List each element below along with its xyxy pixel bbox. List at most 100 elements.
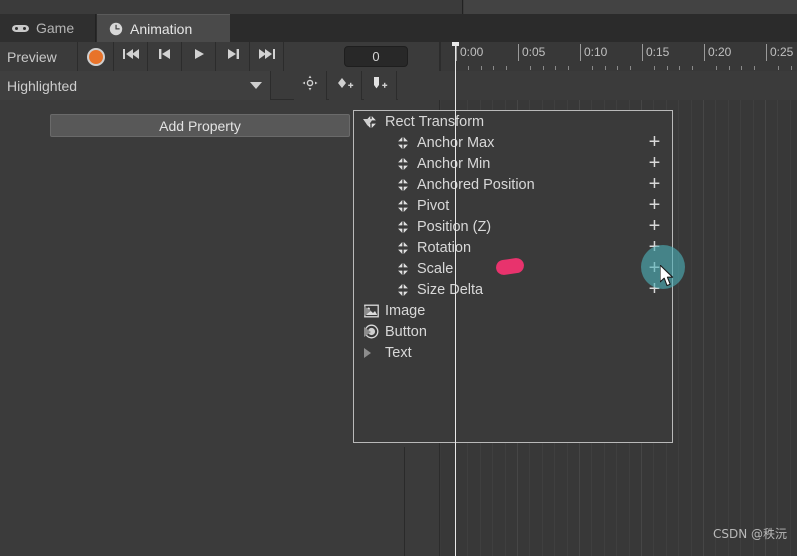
property-row[interactable]: Anchor Max + — [354, 132, 672, 153]
ruler-tick-label: 0:00 — [460, 45, 484, 59]
ruler-tick-label: 0:25 — [770, 45, 794, 59]
property-row-label: Button — [385, 323, 427, 340]
step-back-icon — [157, 47, 173, 66]
timeline-gridline — [790, 100, 791, 556]
chevron-right-icon[interactable] — [364, 348, 371, 358]
preview-button[interactable]: Preview — [0, 42, 78, 71]
clock-icon — [109, 22, 123, 36]
tab-bar: Game Animation — [0, 14, 797, 42]
timeline-gridline — [777, 100, 778, 556]
ruler-minor-tick — [778, 66, 779, 70]
ruler-minor-tick — [692, 66, 693, 70]
move-petals-icon — [395, 240, 411, 256]
timeline-gridline — [678, 100, 679, 556]
keyframe-toolbar-filler — [398, 71, 797, 100]
property-row[interactable]: Rect Transform — [354, 111, 672, 132]
mouse-pointer-icon — [659, 264, 676, 288]
ruler-minor-tick — [729, 66, 730, 70]
ruler-minor-tick — [630, 66, 631, 70]
clip-selector-dropdown[interactable]: Highlighted — [0, 71, 271, 100]
tab-animation[interactable]: Animation — [97, 14, 230, 42]
clip-selector-label: Highlighted — [7, 77, 78, 94]
property-row[interactable]: Text — [354, 342, 672, 363]
previous-frame-button[interactable] — [148, 42, 182, 71]
ruler-minor-tick — [555, 66, 556, 70]
ruler-major-tick — [518, 44, 519, 61]
property-row-label: Size Delta — [417, 281, 484, 298]
ruler-minor-tick — [481, 66, 482, 70]
property-row[interactable]: Position (Z) + — [354, 216, 672, 237]
ruler-minor-tick — [530, 66, 531, 70]
timeline-gridline — [728, 100, 729, 556]
add-property-button[interactable]: Add Property — [50, 114, 350, 137]
chevron-down-icon[interactable] — [363, 119, 373, 126]
window-top-strip — [0, 0, 797, 14]
playhead-line[interactable] — [455, 42, 456, 556]
ruler-minor-tick — [741, 66, 742, 70]
target-icon — [302, 75, 318, 96]
add-property-plus-button[interactable]: + — [646, 174, 663, 194]
tab-game-label: Game — [36, 20, 75, 36]
ruler-minor-tick — [791, 66, 792, 70]
property-row-label: Anchor Min — [417, 155, 491, 172]
add-property-plus-button[interactable]: + — [646, 216, 663, 236]
property-row[interactable]: Anchored Position + — [354, 174, 672, 195]
play-icon — [192, 47, 206, 66]
last-frame-button[interactable] — [250, 42, 284, 71]
add-event-button[interactable] — [364, 71, 397, 100]
top-strip-right — [464, 0, 797, 14]
preview-label: Preview — [7, 48, 57, 65]
gamepad-icon — [12, 23, 29, 34]
add-property-popup[interactable]: Rect Transform Anchor Max + Anchor Min + Anch… — [353, 110, 673, 443]
timeline-gridline — [765, 100, 766, 556]
add-property-plus-button[interactable]: + — [646, 132, 663, 152]
filter-target-button[interactable] — [294, 71, 327, 100]
chevron-down-icon — [250, 82, 262, 89]
property-row[interactable]: Anchor Min + — [354, 153, 672, 174]
tab-game[interactable]: Game — [0, 14, 96, 42]
chevron-right-icon[interactable] — [364, 327, 371, 337]
property-row[interactable]: Button — [354, 321, 672, 342]
ruler-minor-tick — [754, 66, 755, 70]
timeline-left-divider — [404, 447, 405, 556]
add-keyframe-button[interactable] — [329, 71, 362, 100]
property-row[interactable]: Rotation+ — [354, 237, 672, 258]
play-button[interactable] — [182, 42, 216, 71]
property-row[interactable]: Image — [354, 300, 672, 321]
chevron-right-icon[interactable] — [364, 306, 371, 316]
next-frame-button[interactable] — [216, 42, 250, 71]
ruler-minor-tick — [506, 66, 507, 70]
move-petals-icon — [395, 177, 411, 193]
playhead-handle[interactable] — [452, 42, 459, 46]
property-row-label: Pivot — [417, 197, 450, 214]
skip-to-start-icon — [121, 47, 141, 66]
first-frame-button[interactable] — [114, 42, 148, 71]
timeline-gridline — [691, 100, 692, 556]
property-row-label: Scale — [417, 260, 454, 277]
frame-number-input[interactable]: 0 — [344, 46, 408, 67]
add-property-plus-button[interactable]: + — [646, 195, 663, 215]
top-strip-left — [0, 0, 463, 14]
property-row[interactable]: Pivot + — [354, 195, 672, 216]
property-row-label: Rect Transform — [385, 113, 485, 130]
property-row-label: Rotation — [417, 239, 472, 256]
move-petals-icon — [395, 198, 411, 214]
watermark: CSDN @秩沅 — [712, 527, 787, 541]
animation-window: Game Animation Preview 0 0:00 0:05 0:10 … — [0, 0, 797, 556]
ruler-minor-tick — [716, 66, 717, 70]
ruler-major-tick — [580, 44, 581, 61]
property-row[interactable]: Size Delta + — [354, 279, 672, 300]
keyframe-toolbar: Highlighted — [0, 71, 797, 100]
ruler-minor-tick — [592, 66, 593, 70]
record-button[interactable] — [78, 42, 114, 71]
move-petals-icon — [395, 156, 411, 172]
ruler-minor-tick — [667, 66, 668, 70]
add-property-plus-button[interactable]: + — [646, 153, 663, 173]
timeline-gridline — [715, 100, 716, 556]
tab-animation-label: Animation — [130, 20, 193, 37]
ruler-major-tick — [642, 44, 643, 61]
move-petals-icon — [395, 282, 411, 298]
marker-plus-icon — [370, 75, 390, 96]
ruler-tick-label: 0:15 — [646, 45, 670, 59]
diamond-plus-icon — [335, 75, 355, 96]
